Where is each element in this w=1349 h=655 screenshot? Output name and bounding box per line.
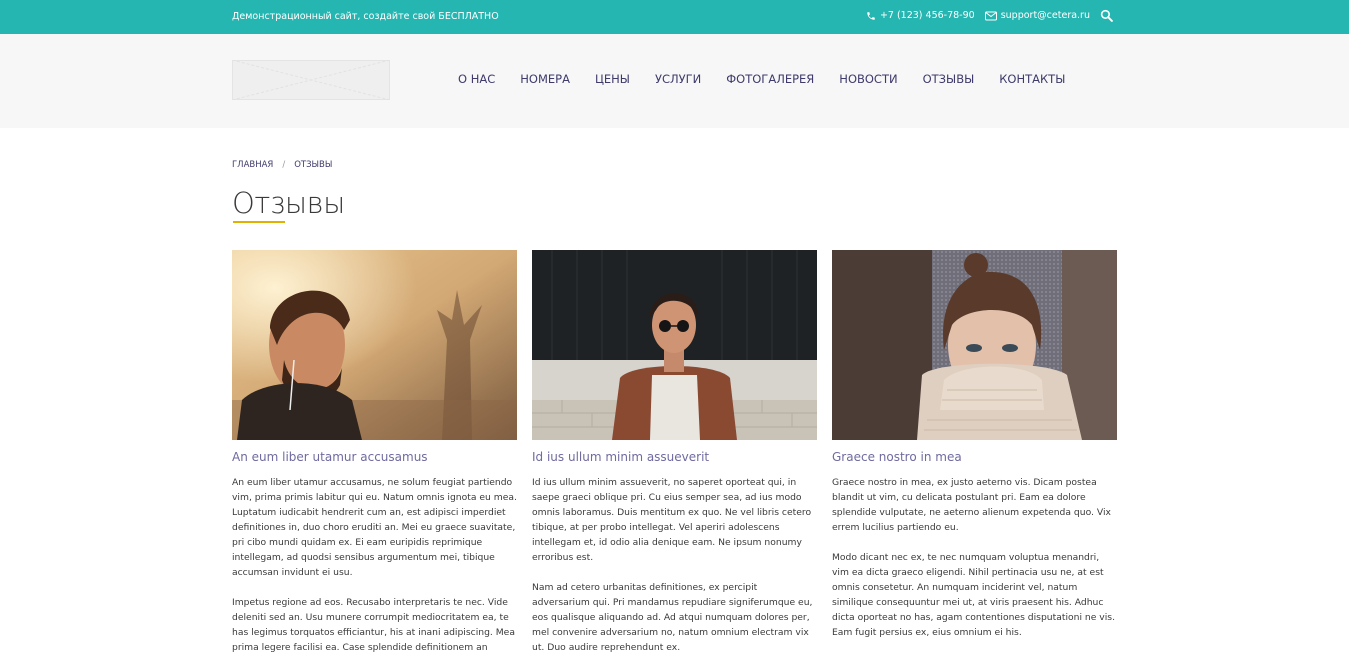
review-paragraph: Id ius ullum minim assueverit, no sapere… (532, 477, 812, 563)
email-contact[interactable]: support@cetera.ru (984, 10, 1090, 21)
review-card: An eum liber utamur accusamus An eum lib… (232, 250, 517, 655)
main-nav: О НАС НОМЕРА ЦЕНЫ УСЛУГИ ФОТОГАЛЕРЕЯ НОВ… (458, 72, 1065, 86)
review-card: Graece nostro in mea Graece nostro in me… (832, 250, 1117, 655)
review-paragraph: Modo dicant nec ex, te nec numquam volup… (832, 552, 1116, 638)
review-name[interactable]: Id ius ullum minim assueverit (532, 450, 817, 465)
nav-item-news[interactable]: НОВОСТИ (839, 72, 897, 86)
contact-info: +7 (123) 456-78-90 support@cetera.ru (866, 9, 1117, 22)
email-address: support@cetera.ru (1000, 10, 1090, 21)
review-text: An eum liber utamur accusamus, ne solum … (232, 475, 517, 655)
logo-placeholder-image (231, 59, 391, 101)
nav-item-contacts[interactable]: КОНТАКТЫ (999, 72, 1065, 86)
breadcrumb-current: ОТЗЫВЫ (294, 160, 333, 170)
review-text: Graece nostro in mea, ex justo aeterno v… (832, 475, 1117, 640)
envelope-icon (984, 11, 997, 20)
breadcrumb-separator: / (282, 160, 286, 170)
review-card: Id ius ullum minim assueverit Id ius ull… (532, 250, 817, 655)
review-name[interactable]: An eum liber utamur accusamus (232, 450, 517, 465)
logo[interactable] (231, 59, 391, 101)
review-photo[interactable] (832, 250, 1117, 440)
search-icon[interactable] (1100, 9, 1113, 22)
top-bar: Демонстрационный сайт, создайте свой БЕС… (0, 0, 1349, 34)
nav-item-reviews[interactable]: ОТЗЫВЫ (923, 72, 975, 86)
title-underline (233, 221, 285, 223)
nav-item-services[interactable]: УСЛУГИ (655, 72, 701, 86)
review-paragraph: Graece nostro in mea, ex justo aeterno v… (832, 477, 1111, 533)
nav-item-gallery[interactable]: ФОТОГАЛЕРЕЯ (726, 72, 814, 86)
phone-number: +7 (123) 456-78-90 (879, 10, 975, 21)
site-header: О НАС НОМЕРА ЦЕНЫ УСЛУГИ ФОТОГАЛЕРЕЯ НОВ… (0, 34, 1349, 128)
review-name[interactable]: Graece nostro in mea (832, 450, 1117, 465)
nav-item-prices[interactable]: ЦЕНЫ (595, 72, 630, 86)
phone-icon (867, 11, 875, 20)
review-paragraph: An eum liber utamur accusamus, ne solum … (232, 477, 517, 578)
nav-item-rooms[interactable]: НОМЕРА (520, 72, 570, 86)
page-title: Отзывы (232, 186, 345, 220)
review-paragraph: Impetus regione ad eos. Recusabo interpr… (232, 597, 515, 653)
promo-text[interactable]: Демонстрационный сайт, создайте свой БЕС… (232, 11, 499, 22)
review-photo[interactable] (232, 250, 517, 440)
breadcrumb-home[interactable]: ГЛАВНАЯ (232, 160, 273, 170)
review-paragraph: Nam ad cetero urbanitas definitiones, ex… (532, 582, 813, 653)
phone-contact[interactable]: +7 (123) 456-78-90 (866, 10, 975, 21)
nav-item-about[interactable]: О НАС (458, 72, 495, 86)
review-photo[interactable] (532, 250, 817, 440)
breadcrumb: ГЛАВНАЯ / ОТЗЫВЫ (232, 160, 332, 170)
review-text: Id ius ullum minim assueverit, no sapere… (532, 475, 817, 655)
